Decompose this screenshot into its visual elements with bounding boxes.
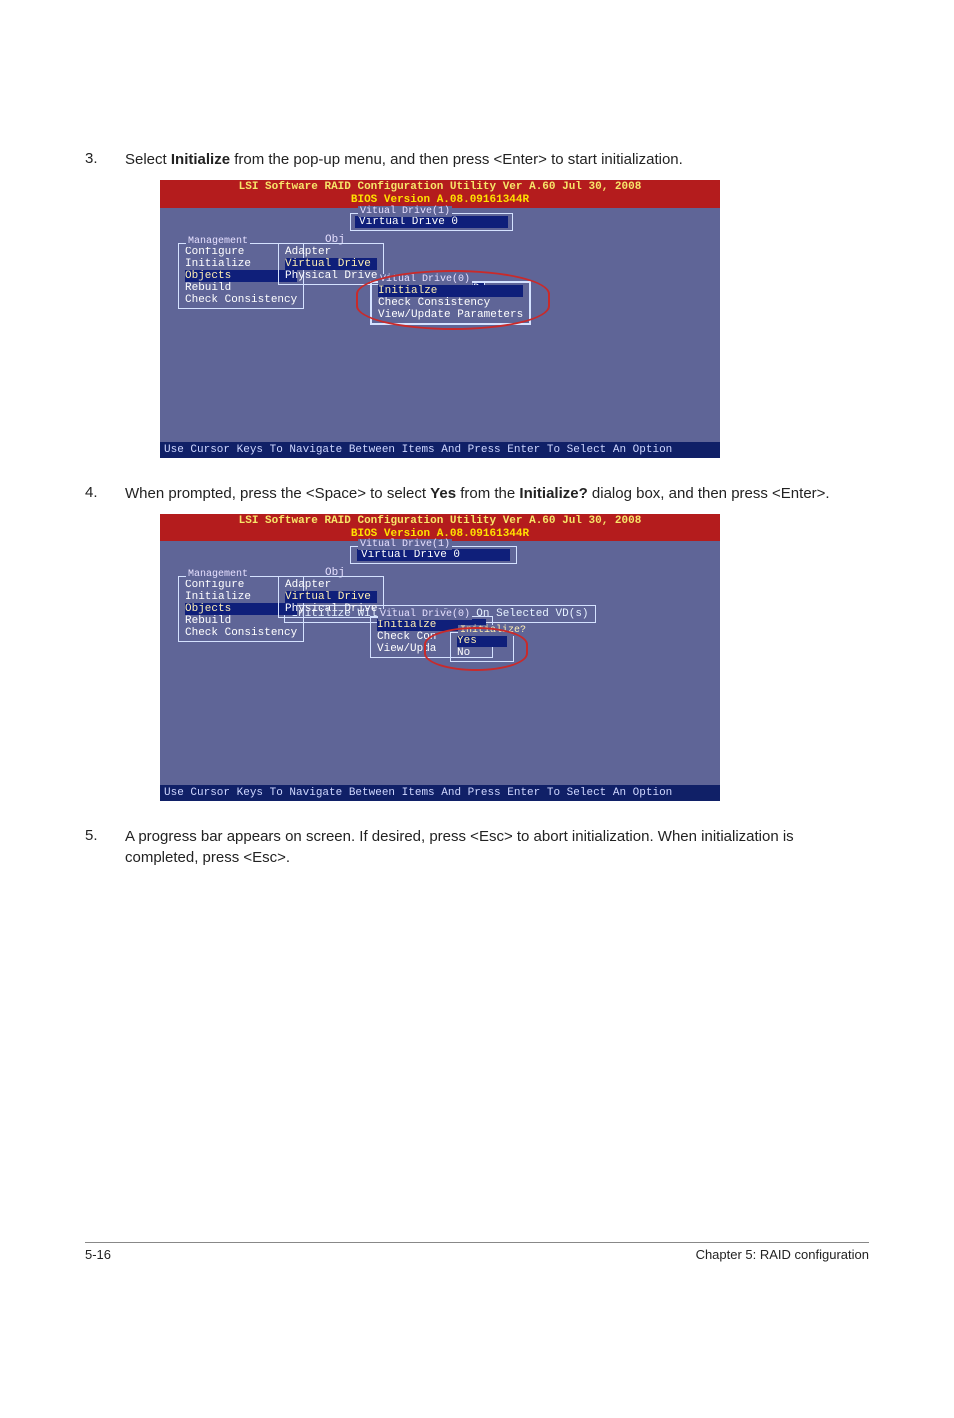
step-5: 5. A progress bar appears on screen. If … xyxy=(85,827,869,868)
vd1-label: Vitual Drive(1) xyxy=(358,539,452,550)
bios-title-bar: LSI Software RAID Configuration Utility … xyxy=(160,514,720,541)
menu-item-adapter[interactable]: Adapter xyxy=(285,579,377,591)
mgmt-label: Management xyxy=(186,569,250,580)
action-view-update[interactable]: View/Update Parameters xyxy=(378,309,523,321)
page-footer: 5-16 Chapter 5: RAID configuration xyxy=(85,1242,869,1262)
chapter-title: Chapter 5: RAID configuration xyxy=(696,1247,869,1262)
bold: Yes xyxy=(430,485,456,502)
step-4: 4. When prompted, press the <Space> to s… xyxy=(85,484,869,504)
t: dialog box, and then press <Enter>. xyxy=(588,485,830,502)
vd1-label: Vitual Drive(1) xyxy=(358,206,452,217)
bios-help-bar: Use Cursor Keys To Navigate Between Item… xyxy=(160,785,720,801)
action-initialize[interactable]: Initialze xyxy=(378,285,523,297)
t: When prompted, press the <Space> to sele… xyxy=(125,485,430,502)
initialize-confirm-box[interactable]: Initialize? Yes No xyxy=(450,632,514,662)
step-text: When prompted, press the <Space> to sele… xyxy=(125,484,869,504)
t: Select xyxy=(125,151,171,168)
initialize-question-label: Initialize? xyxy=(458,625,528,636)
menu-item-adapter[interactable]: Adapter xyxy=(285,246,377,258)
objects-menu[interactable]: Adapter Virtual Drive Physical Drive xyxy=(278,243,384,285)
menu-item-check-consistency[interactable]: Check Consistency xyxy=(185,294,297,306)
menu-item-physical-drive[interactable]: Physical Drive xyxy=(285,270,377,282)
menu-item-physical-drive[interactable]: Physical Drive xyxy=(285,603,377,615)
vd0-label: Vitual Drive(0) xyxy=(378,274,472,285)
bios-title-line1: LSI Software RAID Configuration Utility … xyxy=(160,181,720,194)
menu-item-check-consistency[interactable]: Check Consistency xyxy=(185,627,297,639)
vd0-item: Virtual Drive 0 xyxy=(355,216,508,228)
t: A progress bar appears on screen. If des… xyxy=(125,828,794,865)
vd-actions-menu[interactable]: Vitual Drive(0) Initialze Check Consiste… xyxy=(370,281,531,325)
step-3: 3. Select Initialize from the pop-up men… xyxy=(85,150,869,170)
bios-help-bar: Use Cursor Keys To Navigate Between Item… xyxy=(160,442,720,458)
action-check-consistency[interactable]: Check Consistency xyxy=(378,297,523,309)
page-number: 5-16 xyxy=(85,1247,111,1262)
menu-item-virtual-drive[interactable]: Virtual Drive xyxy=(285,591,377,603)
step-text: A progress bar appears on screen. If des… xyxy=(125,827,869,868)
option-yes[interactable]: Yes xyxy=(457,635,507,647)
option-no[interactable]: No xyxy=(457,647,507,659)
t: from the xyxy=(456,485,519,502)
vd0-item: Virtual Drive 0 xyxy=(357,549,510,561)
objects-menu[interactable]: Adapter Virtual Drive Physical Drive xyxy=(278,576,384,618)
step-number: 3. xyxy=(85,150,125,170)
bios-title-line1: LSI Software RAID Configuration Utility … xyxy=(160,515,720,528)
virtual-drive-1-box: Vitual Drive(1) Virtual Drive 0 xyxy=(350,213,513,231)
step-number: 5. xyxy=(85,827,125,868)
virtual-drive-1-box: Vitual Drive(1) Virtual Drive 0 xyxy=(350,546,517,564)
bios-title-bar: LSI Software RAID Configuration Utility … xyxy=(160,180,720,207)
vd0-label: Vitual Drive(0) xyxy=(378,609,472,620)
bios-body: Vitual Drive(1) Virtual Drive 0 Obj Mana… xyxy=(160,208,720,442)
bold: Initialize xyxy=(171,151,230,168)
t: from the pop-up menu, and then press <En… xyxy=(230,151,683,168)
mgmt-label: Management xyxy=(186,236,250,247)
bios-body: Vitual Drive(1) Virtual Drive 0 Obj Mana… xyxy=(160,541,720,785)
step-number: 4. xyxy=(85,484,125,504)
bold: Initialize? xyxy=(519,485,587,502)
step-text: Select Initialize from the pop-up menu, … xyxy=(125,150,869,170)
bios-screenshot-1: LSI Software RAID Configuration Utility … xyxy=(160,180,720,457)
bios-screenshot-2: LSI Software RAID Configuration Utility … xyxy=(160,514,720,801)
menu-item-virtual-drive[interactable]: Virtual Drive xyxy=(285,258,377,270)
